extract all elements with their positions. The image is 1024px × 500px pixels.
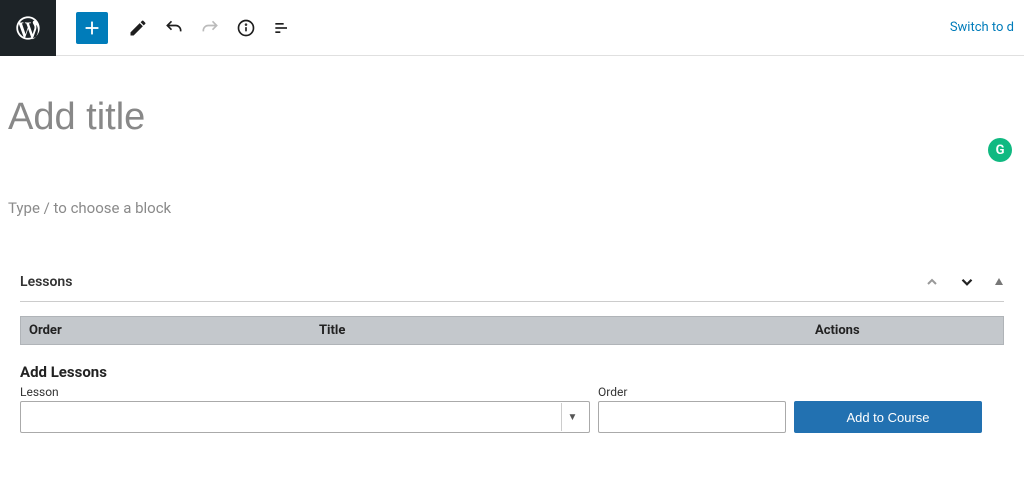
lessons-panel: Lessons Order Title Actions Add Lessons … xyxy=(0,265,1024,433)
post-title-input[interactable] xyxy=(8,96,808,139)
col-title-header: Title xyxy=(319,323,815,338)
triangle-up-icon xyxy=(994,277,1004,287)
order-input[interactable] xyxy=(598,401,786,433)
lessons-panel-header: Lessons xyxy=(20,265,1004,302)
chevron-up-icon xyxy=(924,274,940,290)
undo-icon xyxy=(164,18,184,38)
add-to-course-button[interactable]: Add to Course xyxy=(794,401,982,433)
lesson-field-label: Lesson xyxy=(20,385,590,399)
lesson-select[interactable]: ▼ xyxy=(20,401,590,433)
toolbar-button-group xyxy=(76,10,300,46)
col-order-header: Order xyxy=(29,323,319,338)
info-button[interactable] xyxy=(228,10,264,46)
order-field-label: Order xyxy=(598,385,786,399)
panel-sort-button[interactable] xyxy=(994,277,1004,287)
list-icon xyxy=(272,18,292,38)
outline-button[interactable] xyxy=(264,10,300,46)
editor-content: Type / to choose a block xyxy=(0,56,1024,217)
edit-mode-button[interactable] xyxy=(120,10,156,46)
pencil-icon xyxy=(128,18,148,38)
add-lessons-section: Add Lessons Lesson ▼ Order Add to Course xyxy=(20,363,1004,433)
add-block-button[interactable] xyxy=(76,12,108,44)
lessons-table-header: Order Title Actions xyxy=(20,316,1004,345)
col-actions-header: Actions xyxy=(815,323,995,338)
lessons-panel-title: Lessons xyxy=(20,274,72,290)
chevron-down-icon xyxy=(958,273,976,291)
info-icon xyxy=(236,18,256,38)
editor-toolbar: Switch to d xyxy=(0,0,1024,56)
grammarly-icon[interactable]: G xyxy=(988,138,1012,162)
wordpress-icon xyxy=(14,14,42,42)
undo-button[interactable] xyxy=(156,10,192,46)
plus-icon xyxy=(81,17,103,39)
add-lessons-form: Lesson ▼ Order Add to Course xyxy=(20,385,1004,433)
redo-button xyxy=(192,10,228,46)
panel-collapse-up-button[interactable] xyxy=(924,274,940,290)
redo-icon xyxy=(200,18,220,38)
lessons-table: Order Title Actions xyxy=(20,316,1004,345)
wordpress-logo[interactable] xyxy=(0,0,56,56)
panel-controls xyxy=(924,273,1004,291)
add-lessons-heading: Add Lessons xyxy=(20,363,1004,381)
panel-expand-down-button[interactable] xyxy=(958,273,976,291)
chevron-down-icon: ▼ xyxy=(561,403,583,431)
block-prompt[interactable]: Type / to choose a block xyxy=(8,199,1024,217)
switch-to-draft-link[interactable]: Switch to d xyxy=(950,20,1014,35)
